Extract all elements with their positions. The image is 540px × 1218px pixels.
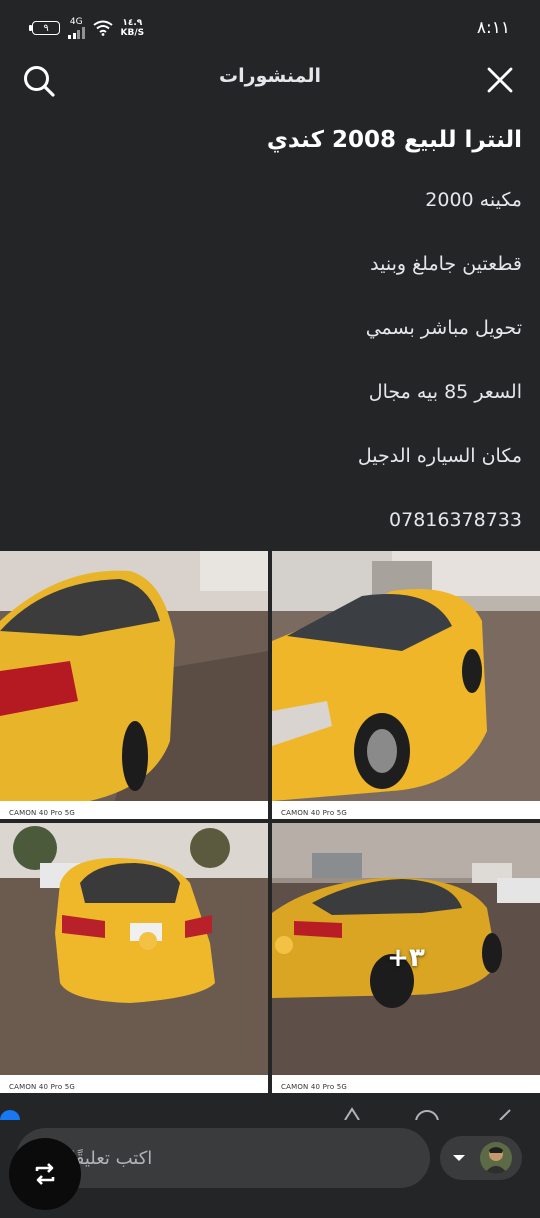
- camera-watermark: CAMON 40 Pro 5G: [6, 809, 79, 817]
- avatar: [480, 1142, 512, 1174]
- top-bar: المنشورات: [0, 56, 540, 104]
- signal-icon: 4G: [68, 16, 85, 39]
- more-photos-count[interactable]: +٣: [272, 823, 540, 1093]
- network-speed-unit: KB/S: [120, 28, 145, 38]
- network-type: 4G: [69, 16, 83, 27]
- profile-selector[interactable]: [440, 1136, 522, 1180]
- post-line-transfer: تحويل مباشر بسمي: [365, 317, 522, 339]
- car-photo-3[interactable]: CAMON 40 Pro 5G: [0, 823, 268, 1093]
- repost-icon: [35, 1163, 55, 1185]
- camera-watermark: CAMON 40 Pro 5G: [278, 809, 351, 817]
- comment-bar: اكتب تعليقًا عامًا...: [0, 1120, 540, 1218]
- caret-down-icon: [453, 1155, 465, 1161]
- post-line-engine: مكينه 2000: [425, 189, 522, 211]
- car-photo-2[interactable]: CAMON 40 Pro 5G: [272, 551, 540, 819]
- battery-level: ٩: [43, 22, 49, 34]
- post-line-parts: قطعتين جاملغ وبنيد: [370, 253, 522, 275]
- camera-watermark: CAMON 40 Pro 5G: [6, 1083, 79, 1091]
- clock: ٨:١١: [476, 18, 510, 38]
- photo-grid: CAMON 40 Pro 5G CAMON 40 Pro 5G CAMON 40…: [0, 551, 540, 1093]
- status-indicators: ٩ 4G ١٤.٩ KB/S: [29, 16, 145, 39]
- page-title: المنشورات: [219, 65, 321, 87]
- car-photo-4[interactable]: +٣ CAMON 40 Pro 5G: [272, 823, 540, 1093]
- close-icon[interactable]: [486, 66, 514, 94]
- car-photo-1[interactable]: CAMON 40 Pro 5G: [0, 551, 268, 819]
- reactions-strip: [0, 1100, 540, 1120]
- post-line-phone[interactable]: 07816378733: [18, 488, 522, 552]
- post-title: النترا للبيع 2008 كندي: [266, 127, 522, 153]
- status-bar: ٩ 4G ١٤.٩ KB/S ٨:١١: [0, 0, 540, 56]
- wifi-icon: [92, 20, 113, 36]
- post-line-price: السعر 85 بيه مجال: [368, 381, 522, 403]
- repost-button[interactable]: [9, 1138, 81, 1210]
- network-speed: ١٤.٩ KB/S: [121, 18, 145, 38]
- post-line-location: مكان السياره الدجيل: [357, 445, 522, 467]
- battery-icon: ٩: [29, 21, 60, 35]
- camera-watermark: CAMON 40 Pro 5G: [278, 1083, 351, 1091]
- network-speed-value: ١٤.٩: [122, 18, 143, 28]
- post-body: النترا للبيع 2008 كندي مكينه 2000 قطعتين…: [18, 118, 522, 552]
